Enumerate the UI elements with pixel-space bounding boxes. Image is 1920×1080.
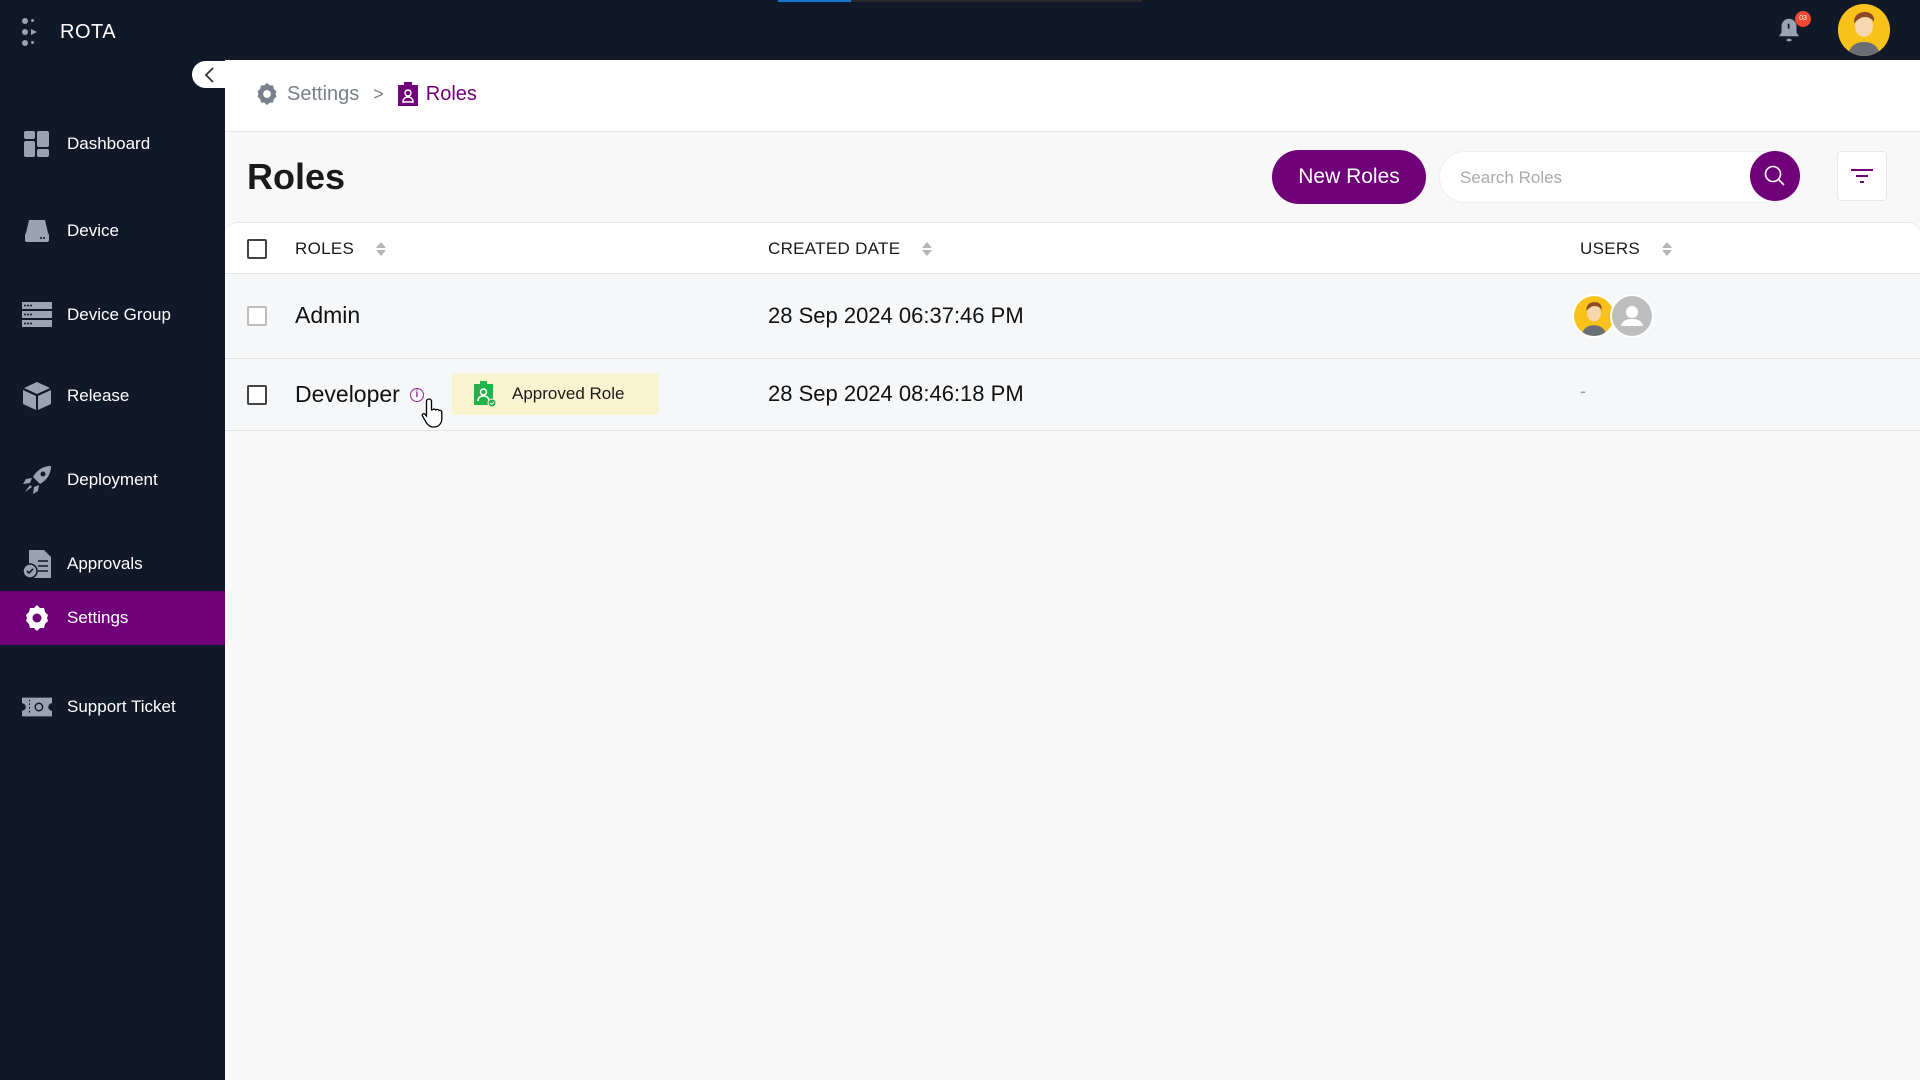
search-button[interactable] [1750, 151, 1800, 201]
sidebar-item-label: Settings [67, 608, 129, 627]
select-all-checkbox[interactable] [247, 239, 267, 259]
page-loading-progress [778, 0, 1142, 2]
sidebar-item-device[interactable]: Device [0, 204, 225, 258]
page-title: Roles [247, 156, 346, 197]
sidebar-item-deployment[interactable]: Deployment [0, 453, 225, 507]
breadcrumb-settings[interactable]: Settings [255, 82, 359, 106]
rocket-icon [22, 465, 52, 495]
sort-icon[interactable] [922, 242, 933, 256]
no-users-placeholder: - [1580, 381, 1586, 401]
sidebar-item-dashboard[interactable]: Dashboard [0, 117, 225, 171]
chevron-left-icon [204, 66, 214, 83]
sidebar: Dashboard Device Device Group Release De… [0, 60, 225, 1080]
sidebar-item-label: Device [67, 221, 119, 240]
role-name: Developer [295, 381, 400, 407]
new-roles-button[interactable]: New Roles [1272, 150, 1426, 204]
sidebar-item-label: Approvals [67, 554, 143, 573]
app-menu-icon[interactable] [22, 18, 42, 46]
sidebar-item-release[interactable]: Release [0, 369, 225, 423]
breadcrumb-label: Settings [287, 82, 360, 105]
sidebar-item-label: Dashboard [67, 134, 151, 153]
device-icon [22, 216, 52, 246]
gear-icon [257, 82, 277, 106]
breadcrumb-roles: Roles [397, 82, 477, 106]
filter-icon [1851, 169, 1873, 183]
breadcrumb-separator: > [373, 83, 384, 104]
brand: ROTA [22, 18, 116, 46]
created-date: 28 Sep 2024 06:37:46 PM [768, 303, 1024, 328]
table-row[interactable]: Admin 28 Sep 2024 06:37:46 PM [225, 274, 1920, 359]
users-avatars [1572, 294, 1654, 338]
user-avatar[interactable] [1838, 4, 1890, 56]
sort-icon[interactable] [1662, 242, 1673, 256]
hand-pointer-cursor-icon [421, 398, 443, 428]
created-date: 28 Sep 2024 08:46:18 PM [768, 381, 1024, 406]
package-icon [22, 381, 52, 411]
sidebar-item-approvals[interactable]: Approvals [0, 537, 225, 591]
notification-count-badge: 03 [1795, 11, 1811, 27]
column-header-created-date[interactable]: CREATED DATE [768, 239, 933, 259]
breadcrumb-bar: Settings > Roles [225, 60, 1920, 132]
sidebar-item-settings[interactable]: Settings [0, 591, 225, 645]
approved-role-badge: Approved Role [452, 373, 659, 415]
collapse-sidebar-button[interactable] [192, 61, 228, 88]
search-input[interactable] [1460, 164, 1730, 192]
row-checkbox[interactable] [247, 385, 267, 405]
gear-icon [22, 603, 52, 633]
sidebar-item-label: Deployment [67, 470, 158, 489]
approved-badge-icon [474, 381, 496, 407]
table-row[interactable]: Developer i Approved Role 28 Sep 2024 08… [225, 359, 1920, 431]
breadcrumb-label: Roles [425, 82, 477, 105]
breadcrumb: Settings > Roles [255, 82, 477, 106]
badge-icon [397, 82, 418, 106]
search-box [1439, 151, 1799, 203]
sidebar-item-device-group[interactable]: Device Group [0, 288, 225, 342]
server-stack-icon [22, 300, 52, 330]
default-user-avatar[interactable] [1610, 294, 1654, 338]
roles-table: ROLES CREATED DATE USERS Admin 28 Sep 20… [225, 222, 1920, 431]
approval-document-icon [22, 549, 52, 579]
main-content: Settings > Roles Roles New Roles ROLES C… [225, 60, 1920, 1080]
role-name-cell: Developer i [295, 381, 424, 408]
table-header: ROLES CREATED DATE USERS [225, 222, 1920, 274]
sidebar-item-support-ticket[interactable]: Support Ticket [0, 680, 225, 734]
search-icon [1764, 165, 1785, 186]
top-bar: ROTA 03 [0, 0, 1920, 60]
sort-icon[interactable] [376, 242, 387, 256]
dashboard-icon [22, 129, 52, 159]
column-header-roles[interactable]: ROLES [295, 239, 387, 259]
app-name: ROTA [60, 20, 117, 43]
badge-label: Approved Role [512, 384, 625, 403]
row-checkbox[interactable] [247, 306, 267, 326]
column-header-users[interactable]: USERS [1580, 239, 1673, 259]
sidebar-item-label: Release [67, 386, 130, 405]
sidebar-item-label: Support Ticket [67, 697, 176, 716]
sidebar-item-label: Device Group [67, 305, 171, 324]
progress-fill [778, 0, 851, 2]
role-name: Admin [295, 302, 361, 328]
filter-button[interactable] [1837, 151, 1887, 201]
ticket-icon [22, 692, 52, 722]
